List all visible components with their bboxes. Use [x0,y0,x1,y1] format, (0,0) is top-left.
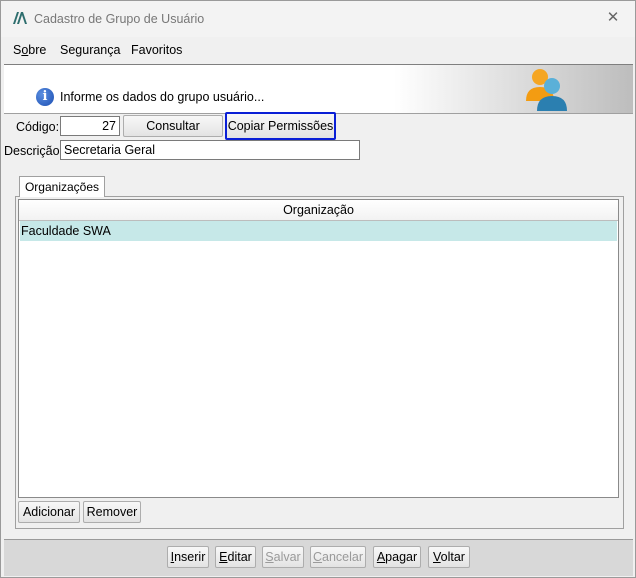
window: Cadastro de Grupo de Usuário ✕ Sobre Seg… [0,0,636,578]
menu-seguranca[interactable]: Segurança [60,43,120,57]
salvar-button[interactable]: Salvar [262,546,304,568]
info-icon: i [36,88,54,106]
cancelar-mnemonic: C [312,550,323,564]
salvar-mnemonic: S [265,550,274,564]
cancelar-label: ancelar [322,550,364,564]
header-banner: i Informe os dados do grupo usuário... [4,64,633,114]
editar-mnemonic: E [219,550,228,564]
cancelar-button[interactable]: Cancelar [310,546,366,568]
menu-favoritos[interactable]: Favoritos [131,43,182,57]
adicionar-button[interactable]: Adicionar [18,501,80,523]
descricao-field[interactable]: Secretaria Geral [60,140,360,160]
apagar-label: pagar [385,550,418,564]
salvar-label: alvar [273,550,301,564]
organizacoes-table[interactable]: Organização Faculdade SWA [18,199,619,498]
tab-organizacoes[interactable]: Organizações [19,176,105,197]
voltar-button[interactable]: Voltar [428,546,470,568]
table-row[interactable]: Faculdade SWA [20,221,617,241]
users-icon [526,69,567,111]
info-text: Informe os dados do grupo usuário... [60,90,265,104]
copiar-permissoes-button[interactable]: Copiar Permissões [225,112,336,140]
menu-bar: Sobre Segurança Favoritos [1,38,635,62]
descricao-label: Descrição: [4,144,64,158]
consultar-button[interactable]: Consultar [123,115,223,137]
apagar-button[interactable]: Apagar [373,546,421,568]
table-cell: Faculdade SWA [21,224,111,238]
menu-sobre[interactable]: Sobre [13,43,46,57]
column-header-organizacao[interactable]: Organização [19,200,618,221]
window-title: Cadastro de Grupo de Usuário [34,12,205,26]
app-logo-icon [13,12,27,24]
apagar-mnemonic: A [376,550,386,564]
title-bar[interactable]: Cadastro de Grupo de Usuário ✕ [1,1,635,37]
editar-button[interactable]: Editar [215,546,256,568]
codigo-field[interactable]: 27 [60,116,120,136]
close-icon[interactable]: ✕ [603,8,623,28]
codigo-label: Código: [16,120,60,134]
inserir-label: nserir [174,550,206,564]
inserir-button[interactable]: Inserir [167,546,209,568]
remover-button[interactable]: Remover [83,501,141,523]
editar-label: ditar [227,550,252,564]
voltar-mnemonic: V [433,550,441,564]
voltar-label: oltar [440,550,465,564]
